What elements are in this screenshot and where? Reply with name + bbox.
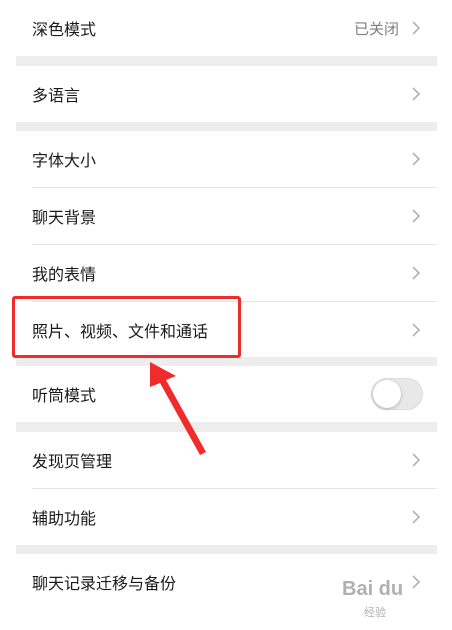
annotation-arrow	[150, 362, 206, 455]
watermark-text: Bai du	[342, 578, 404, 600]
baidu-watermark: Bai du 经验	[336, 578, 446, 624]
watermark-subtext: 经验	[364, 606, 386, 619]
